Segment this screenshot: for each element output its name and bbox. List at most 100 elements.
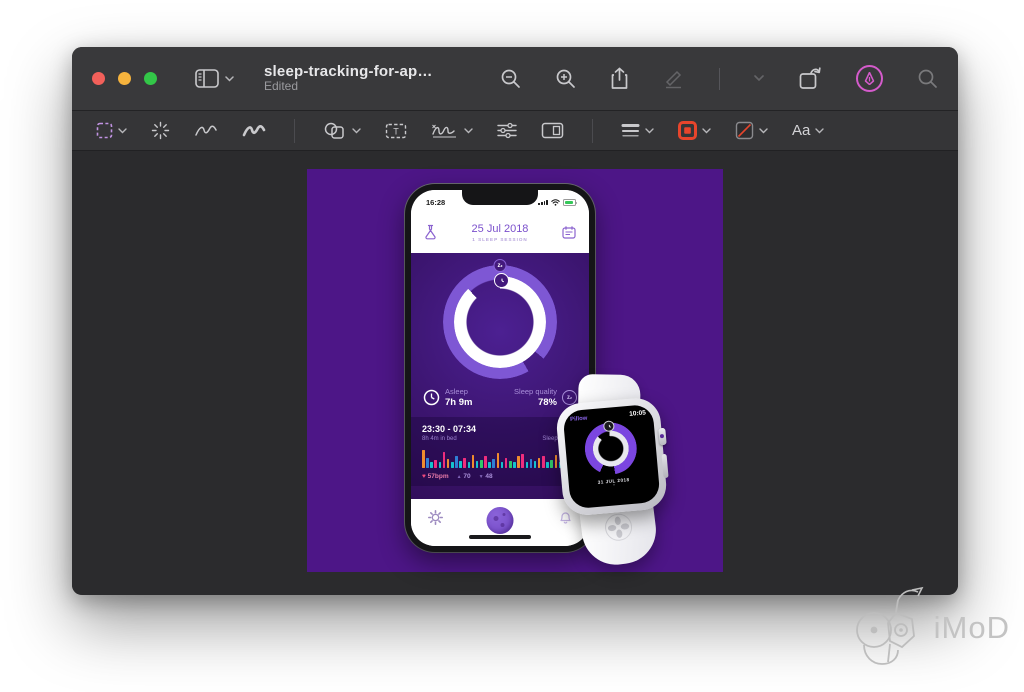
close-button[interactable]: [92, 72, 105, 85]
app-header: 25 Jul 2018 1 SLEEP SESSION: [411, 211, 589, 253]
site-watermark: iMoD: [852, 586, 1010, 670]
text-box-icon: T: [385, 123, 407, 139]
heart-icon: ♥: [422, 473, 426, 480]
text-box-tool[interactable]: T: [385, 123, 407, 139]
svg-text:T: T: [393, 126, 399, 136]
chart-bar: [538, 458, 541, 468]
sliders-icon: [497, 122, 517, 139]
chevron-down-icon: [754, 75, 764, 82]
hr-high: 70: [463, 473, 470, 480]
chevron-down-icon: [815, 128, 824, 134]
zz-badge: zz: [494, 259, 507, 272]
instant-alpha-tool[interactable]: [151, 121, 170, 140]
title-bar[interactable]: sleep-tracking-for-ap… Edited: [72, 47, 958, 111]
line-style-tool[interactable]: [621, 123, 654, 138]
imod-robot-icon: [852, 586, 924, 670]
selection-tool[interactable]: [96, 122, 127, 139]
sketch-tool[interactable]: [194, 124, 218, 138]
toolbar-divider: [592, 119, 593, 143]
fill-color-tool[interactable]: [735, 121, 768, 140]
chart-bar: [501, 462, 504, 468]
hr-high-icon: ▲: [457, 474, 462, 480]
zoom-out-button[interactable]: [500, 68, 521, 89]
draw-tool[interactable]: [242, 124, 266, 138]
rotate-left-button[interactable]: [798, 67, 822, 90]
iphone-notch: [462, 190, 538, 205]
highlight-chevron: [754, 75, 764, 82]
chart-bar: [451, 462, 454, 468]
fullscreen-button[interactable]: [144, 72, 157, 85]
chart-bar: [526, 462, 529, 468]
markup-toolbar: T: [72, 111, 958, 151]
chart-bar: [459, 461, 462, 468]
search-icon: [917, 68, 938, 89]
preview-window: sleep-tracking-for-ap… Edited: [72, 47, 958, 595]
border-color-icon: [678, 121, 697, 140]
chart-bar: [492, 459, 495, 468]
poster-image: 16:28: [307, 169, 723, 572]
chevron-down-icon: [759, 128, 768, 134]
shapes-icon: [323, 122, 347, 139]
chevron-down-icon: [645, 128, 654, 134]
watch-app-name: Pillow: [570, 415, 588, 422]
search-button[interactable]: [917, 68, 938, 89]
zoom-out-icon: [500, 68, 521, 89]
watch-time: 10:05: [629, 409, 646, 417]
signature-icon: [431, 123, 459, 138]
chart-bar: [434, 460, 437, 468]
apple-watch-mockup: Pillow 10:05: [541, 368, 698, 577]
markup-pen-circle: [856, 65, 883, 92]
minimize-button[interactable]: [118, 72, 131, 85]
chevron-down-icon: [352, 128, 361, 134]
pen-nib-icon: [864, 72, 875, 85]
chevron-down-icon: [225, 76, 234, 82]
chart-bar: [521, 454, 524, 468]
panel-icon: [541, 122, 564, 139]
window-title-block: sleep-tracking-for-ap… Edited: [264, 63, 433, 94]
chart-bar: [480, 460, 483, 468]
text-style-tool[interactable]: Aa: [792, 122, 824, 139]
chart-bar: [542, 456, 545, 468]
sketch-squiggle-icon: [194, 124, 218, 138]
band-pin-holes: [602, 511, 635, 544]
shapes-tool[interactable]: [323, 122, 361, 139]
share-icon: [610, 67, 629, 90]
toolbar-divider: [294, 119, 295, 143]
current-date[interactable]: 25 Jul 2018: [411, 223, 589, 235]
draw-squiggle-icon: [242, 124, 266, 138]
session-count: 1 SLEEP SESSION: [411, 237, 589, 242]
battery-icon: [563, 199, 576, 206]
selection-rect-icon: [96, 122, 113, 139]
settings-gear-icon[interactable]: [428, 510, 443, 525]
document-canvas[interactable]: 16:28: [72, 151, 958, 594]
hr-low: 48: [485, 473, 492, 480]
chart-bar: [422, 450, 425, 468]
chart-bar: [484, 456, 487, 468]
chart-bar: [455, 456, 458, 468]
home-indicator[interactable]: [469, 535, 531, 539]
markup-toolbar-toggle[interactable]: [856, 65, 883, 92]
sidebar-icon: [195, 69, 219, 88]
signature-tool[interactable]: [431, 123, 473, 138]
line-style-icon: [621, 123, 640, 138]
watch-side-button[interactable]: [662, 454, 669, 478]
magic-wand-icon: [151, 121, 170, 140]
image-description-tool[interactable]: [541, 122, 564, 139]
chart-bar: [439, 462, 442, 468]
adjust-tool[interactable]: [497, 122, 517, 139]
chart-bar: [443, 452, 446, 468]
zoom-in-button[interactable]: [555, 68, 576, 89]
share-button[interactable]: [610, 67, 629, 90]
chevron-down-icon: [118, 128, 127, 134]
signal-icon: [538, 200, 548, 206]
wifi-icon: [551, 199, 560, 206]
sidebar-toggle[interactable]: [195, 69, 234, 88]
border-color-tool[interactable]: [678, 121, 711, 140]
chart-bar: [472, 455, 475, 468]
chart-bar: [468, 462, 471, 468]
chart-bar: [530, 459, 533, 468]
sleep-moon-button[interactable]: [487, 507, 514, 534]
asleep-clock-icon: [423, 389, 440, 406]
watch-screen: Pillow 10:05: [562, 404, 660, 509]
chart-bar: [517, 456, 520, 468]
